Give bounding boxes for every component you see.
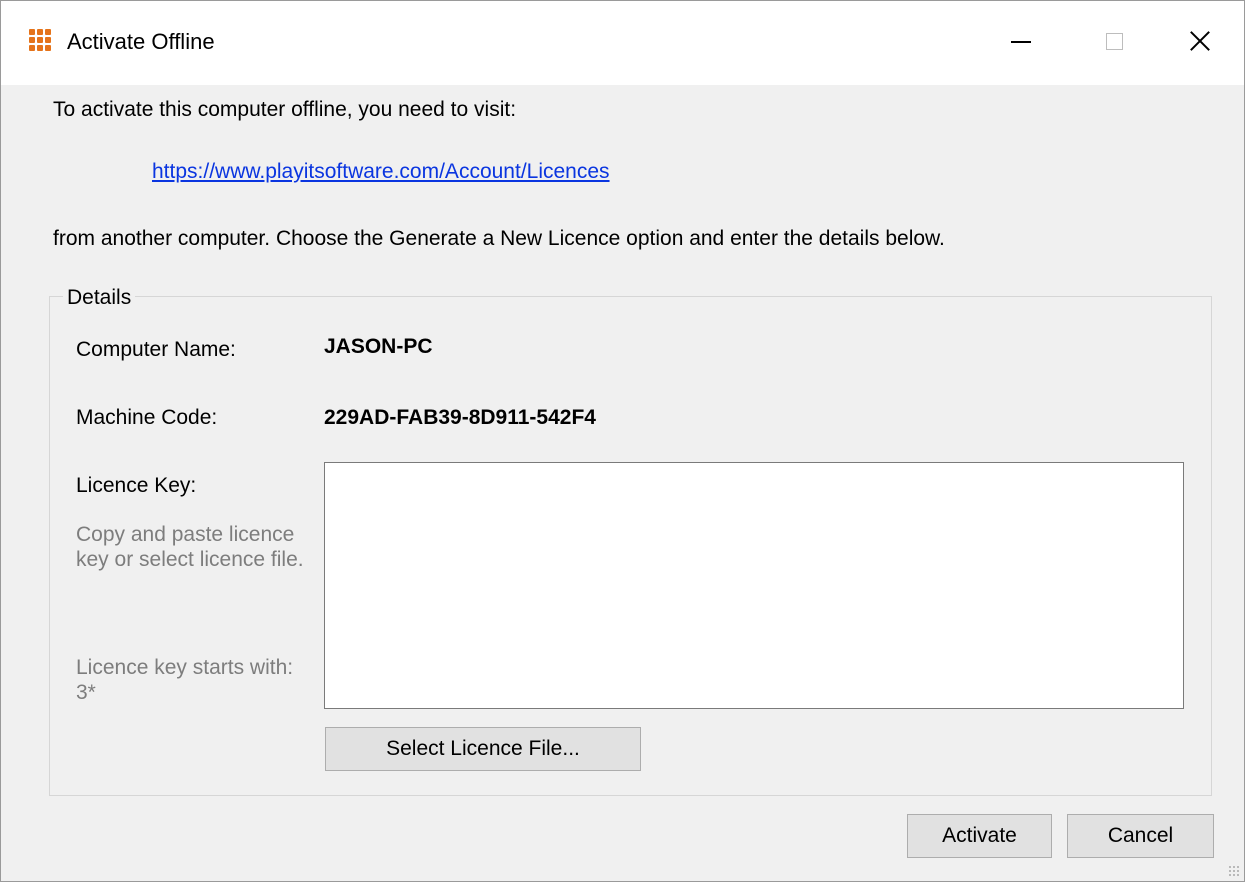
- licence-key-label: Licence Key:: [76, 474, 197, 497]
- details-legend: Details: [63, 286, 136, 310]
- activate-button[interactable]: Activate: [907, 814, 1052, 858]
- licence-key-copy-hint: Copy and paste licence key or select lic…: [76, 523, 304, 571]
- minimize-button[interactable]: [986, 15, 1056, 67]
- activate-offline-dialog: Activate Offline To activate this comput…: [0, 0, 1245, 882]
- select-licence-file-button[interactable]: Select Licence File...: [325, 727, 641, 771]
- close-icon: [1189, 30, 1211, 52]
- licence-key-input[interactable]: [324, 462, 1184, 709]
- intro-text: To activate this computer offline, you n…: [53, 98, 517, 121]
- cancel-button[interactable]: Cancel: [1067, 814, 1214, 858]
- licence-key-start-hint: Licence key starts with: 3*: [76, 656, 294, 704]
- machine-code-value: 229AD-FAB39-8D911-542F4: [324, 406, 596, 429]
- licences-link[interactable]: https://www.playitsoftware.com/Account/L…: [152, 159, 610, 185]
- computer-name-value: JASON-PC: [324, 335, 433, 358]
- instruction-text: from another computer. Choose the Genera…: [53, 227, 945, 250]
- minimize-icon: [1011, 41, 1031, 43]
- close-button[interactable]: [1165, 15, 1235, 67]
- computer-name-label: Computer Name:: [76, 338, 236, 361]
- title-bar[interactable]: Activate Offline: [1, 1, 1244, 85]
- maximize-button[interactable]: [1079, 15, 1149, 67]
- maximize-icon: [1105, 32, 1123, 50]
- machine-code-label: Machine Code:: [76, 406, 218, 429]
- window-title: Activate Offline: [67, 29, 215, 54]
- resize-grip-icon[interactable]: [1228, 865, 1240, 877]
- app-icon: [29, 29, 53, 53]
